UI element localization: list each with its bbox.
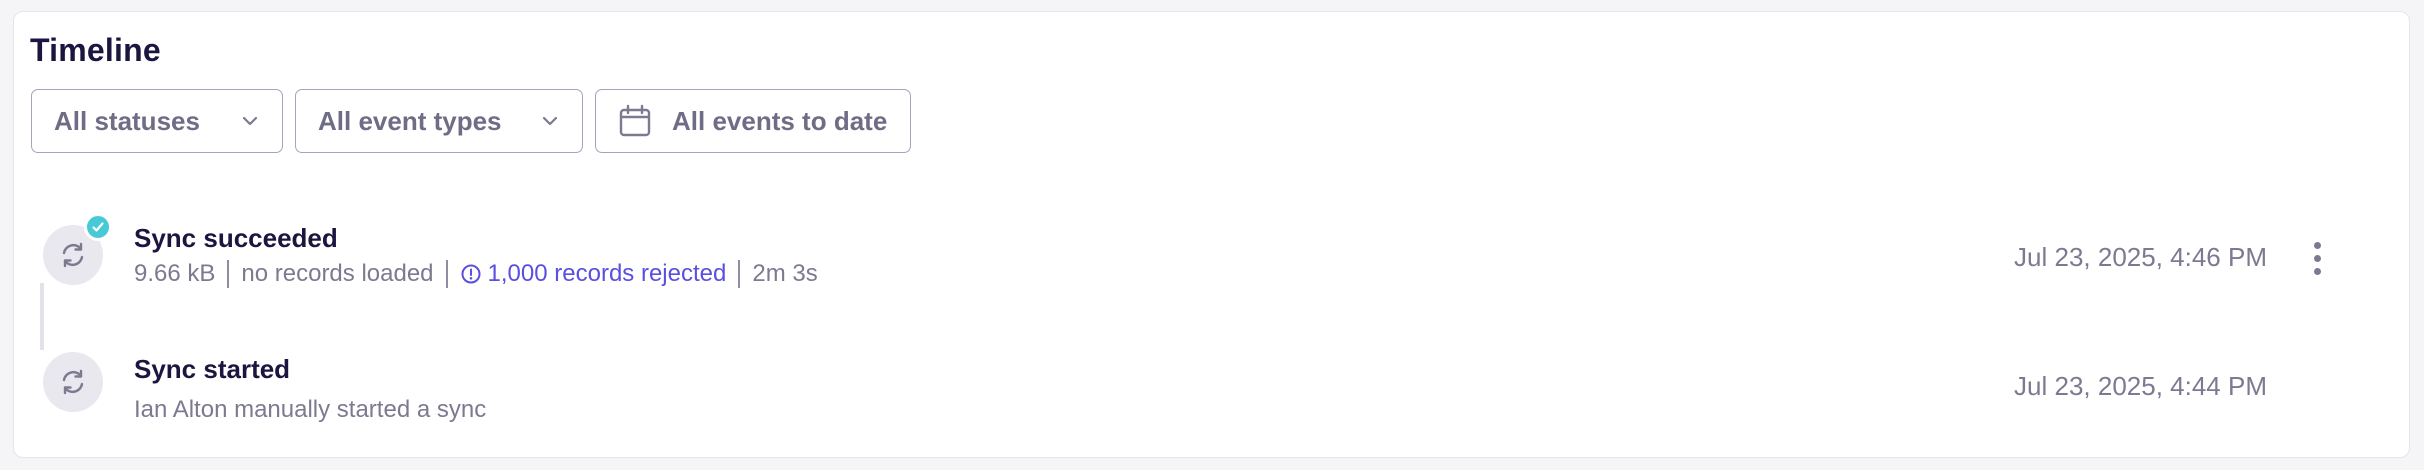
sync-icon	[62, 369, 84, 395]
records-rejected-link[interactable]: 1,000 records rejected	[460, 260, 727, 288]
event-size: 9.66 kB	[134, 260, 216, 287]
event-type-filter-label: All event types	[318, 105, 502, 136]
event-type-filter-dropdown[interactable]: All event types	[295, 89, 583, 153]
status-filter-label: All statuses	[54, 105, 200, 136]
event-meta: 9.66 kB no records loaded 1,000 records …	[134, 260, 818, 288]
kebab-dot	[2313, 254, 2321, 262]
records-rejected-text: 1,000 records rejected	[487, 260, 727, 287]
divider	[445, 260, 448, 288]
timeline-event: Sync succeeded 9.66 kB no records loaded…	[31, 208, 2397, 308]
event-title: Sync succeeded	[134, 223, 338, 253]
timeline-event: Sync started Ian Alton manually started …	[31, 340, 2397, 440]
event-description: Ian Alton manually started a sync	[134, 396, 487, 423]
success-badge	[84, 213, 112, 241]
status-filter-dropdown[interactable]: All statuses	[31, 89, 283, 153]
event-title: Sync started	[134, 354, 291, 384]
warning-circle-icon	[461, 264, 481, 284]
event-timestamp: Jul 23, 2025, 4:44 PM	[2014, 371, 2267, 401]
kebab-dot	[2313, 241, 2321, 249]
event-loaded: no records loaded	[241, 260, 434, 287]
date-range-filter-label: All events to date	[672, 105, 888, 136]
kebab-dot	[2313, 267, 2321, 275]
check-icon	[92, 222, 104, 232]
event-timestamp: Jul 23, 2025, 4:46 PM	[2014, 242, 2267, 272]
chevron-down-icon	[242, 116, 258, 126]
filter-bar: All statuses All event types All events …	[31, 89, 911, 153]
divider	[227, 260, 230, 288]
event-duration: 2m 3s	[752, 260, 818, 287]
event-icon-container	[43, 352, 103, 412]
divider	[738, 260, 741, 288]
sync-icon	[62, 242, 84, 268]
timeline-title: Timeline	[30, 32, 161, 68]
calendar-icon	[619, 104, 651, 137]
date-range-filter-button[interactable]: All events to date	[595, 89, 911, 153]
more-options-button[interactable]	[2297, 235, 2337, 281]
chevron-down-icon	[542, 116, 558, 126]
